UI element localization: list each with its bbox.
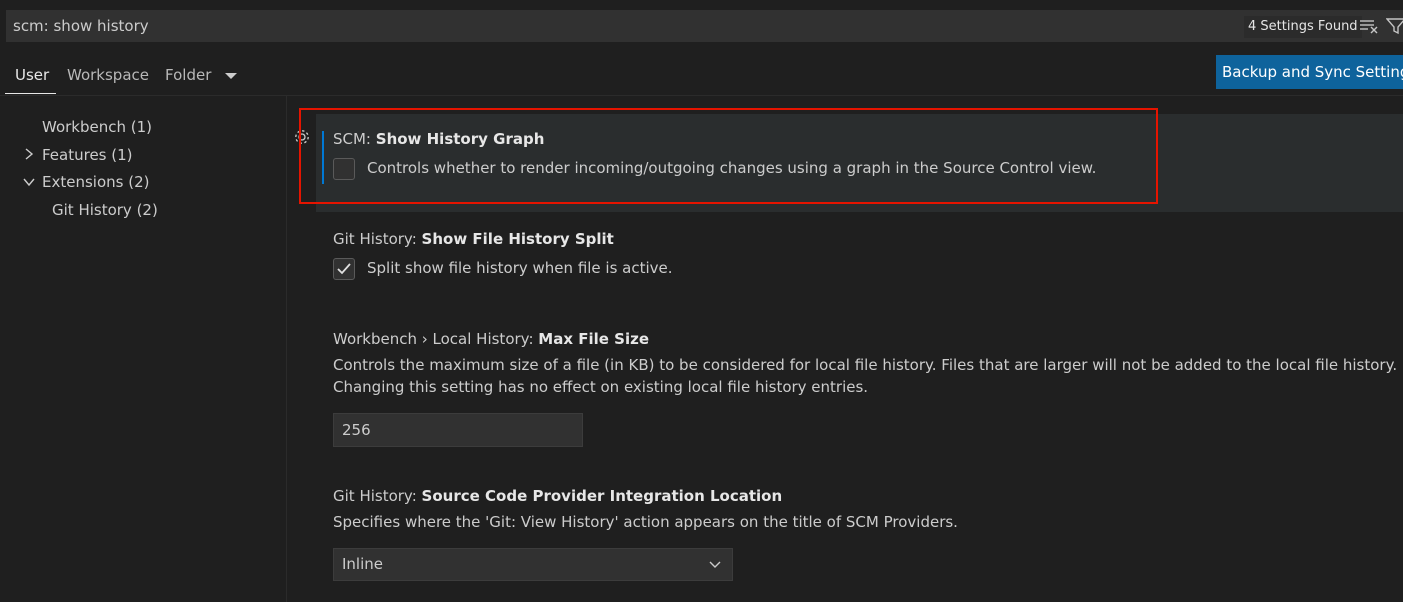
filter-icon[interactable] <box>1386 17 1403 35</box>
setting-description-continued: Changing this setting has no effect on e… <box>333 378 869 396</box>
chevron-right-icon[interactable] <box>21 146 37 162</box>
tab-workspace[interactable]: Workspace <box>67 60 149 94</box>
checkmark-icon <box>337 263 351 275</box>
chevron-down-icon[interactable] <box>21 174 37 190</box>
setting-title: Git History: Show File History Split <box>333 230 614 248</box>
tabs-divider <box>0 95 1403 96</box>
setting-description: Split show file history when file is act… <box>367 259 673 277</box>
setting-title: Git History: Source Code Provider Integr… <box>333 487 783 505</box>
tree-item-features[interactable]: Features (1) <box>42 144 133 166</box>
tree-item-extensions[interactable]: Extensions (2) <box>42 171 149 193</box>
tree-item-git-history[interactable]: Git History (2) <box>52 199 158 221</box>
setting-title: Workbench › Local History: Max File Size <box>333 330 650 348</box>
tree-divider <box>286 96 287 602</box>
chevron-down-icon <box>709 561 721 568</box>
results-count-badge: 4 Settings Found <box>1244 16 1362 38</box>
clear-filter-icon[interactable] <box>1359 18 1379 34</box>
setting-git-history-scm-integration-location: Git History: Source Code Provider Integr… <box>333 487 958 533</box>
red-highlight-box <box>299 108 1158 204</box>
show-file-history-split-checkbox[interactable] <box>333 258 355 280</box>
tab-folder[interactable]: Folder <box>165 60 238 94</box>
setting-local-history-max-file-size: Workbench › Local History: Max File Size… <box>333 330 1397 398</box>
max-file-size-input[interactable]: 256 <box>333 413 583 447</box>
search-input[interactable] <box>6 10 1206 42</box>
tab-user[interactable]: User <box>5 60 56 94</box>
tree-item-workbench[interactable]: Workbench (1) <box>42 116 152 138</box>
integration-location-select[interactable]: Inline <box>333 548 733 581</box>
setting-git-history-show-file-history-split: Git History: Show File History Split <box>333 230 614 248</box>
chevron-down-icon <box>225 72 238 79</box>
setting-description: Specifies where the 'Git: View History' … <box>333 513 958 531</box>
settings-search-bar: 4 Settings Found <box>6 10 1403 42</box>
backup-sync-settings-button[interactable]: Backup and Sync Settings <box>1216 55 1403 89</box>
setting-description: Controls the maximum size of a file (in … <box>333 356 1398 374</box>
